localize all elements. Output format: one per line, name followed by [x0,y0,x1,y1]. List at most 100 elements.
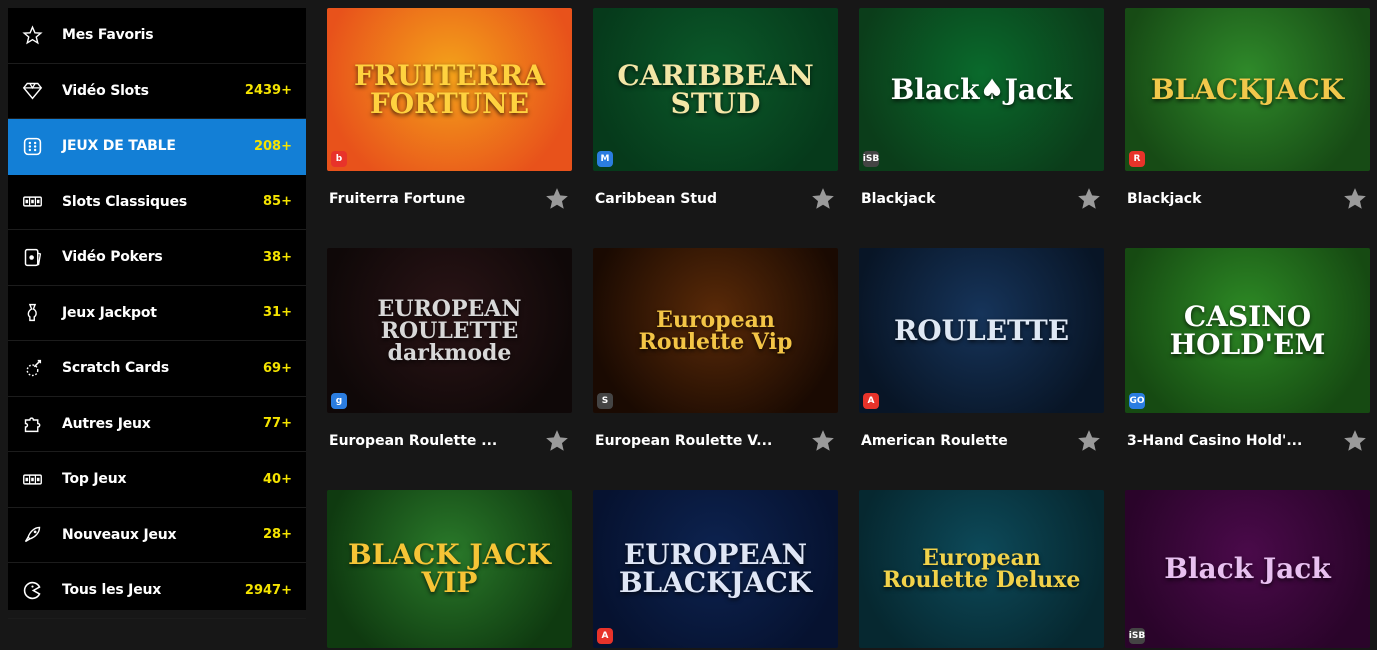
provider-badge: b [331,151,347,167]
sidebar-item-label: JEUX DE TABLE [62,138,176,155]
scratch-card-icon [20,356,44,380]
sidebar-item-slots-classiques[interactable]: Slots Classiques 85+ [8,175,306,230]
game-thumbnail[interactable]: CASINO HOLD'EM GO [1125,248,1370,413]
sidebar-item-jeux-jackpot[interactable]: Jeux Jackpot 31+ [8,286,306,341]
game-card-footer: European Roulette ... [327,413,572,468]
sidebar-item-label: Mes Favoris [62,27,154,44]
game-art-title: CARIBBEAN STUD [617,58,814,120]
game-thumbnail[interactable]: European Roulette Vip S [593,248,838,413]
game-card[interactable]: CASINO HOLD'EM GO 3-Hand Casino Hold'... [1125,248,1370,468]
game-card[interactable]: FRUITERRA FORTUNE b Fruiterra Fortune [327,0,572,226]
game-thumbnail[interactable]: Black Jack iSB [1125,490,1370,648]
game-art-title: Black♠Jack [890,72,1073,106]
sidebar-item-count: 2947+ [244,582,292,598]
game-art-title: Black Jack [1164,552,1331,585]
sidebar-item-autres-jeux[interactable]: Autres Jeux 77+ [8,397,306,452]
sidebar-item-count: 77+ [263,416,292,432]
sidebar-item-mes-favoris[interactable]: Mes Favoris [8,8,306,64]
rocket-icon [20,523,44,547]
slot-reels-icon [20,190,44,214]
favorite-star-icon[interactable] [810,428,836,454]
game-thumbnail[interactable]: Black♠Jack iSB [859,8,1104,171]
game-thumbnail[interactable]: ROULETTE A [859,248,1104,413]
game-title: Blackjack [1127,190,1202,207]
sidebar-item-top-jeux[interactable]: Top Jeux 40+ [8,452,306,508]
game-card-footer: Blackjack [859,171,1104,226]
game-card[interactable]: European Roulette Vip S European Roulette … [593,248,838,468]
game-thumbnail[interactable]: EUROPEAN ROULETTE darkmode g [327,248,572,413]
provider-badge: iSB [1129,628,1145,644]
sidebar-item-count: 28+ [263,527,292,543]
game-thumbnail[interactable]: European Roulette Deluxe [859,490,1104,648]
game-art-title: FRUITERRA FORTUNE [353,58,546,120]
game-card[interactable]: Black♠Jack iSB Blackjack [859,0,1104,226]
game-title: Blackjack [861,190,936,207]
sidebar-item-nouveaux-jeux[interactable]: Nouveaux Jeux 28+ [8,508,306,563]
diamond-icon [20,79,44,103]
game-art-title: BLACK JACK VIP [347,538,552,599]
favorite-star-icon[interactable] [544,186,570,212]
game-card[interactable]: EUROPEAN BLACKJACK A [593,490,838,648]
game-title: 3-Hand Casino Hold'... [1127,432,1303,449]
favorite-star-icon[interactable] [810,186,836,212]
game-thumbnail[interactable]: EUROPEAN BLACKJACK A [593,490,838,648]
provider-badge: A [863,393,879,409]
game-card-footer: Caribbean Stud [593,171,838,226]
pacman-icon [20,578,44,602]
favorite-star-icon[interactable] [544,428,570,454]
sidebar-item-tous-les-jeux[interactable]: Tous les Jeux 2947+ [8,563,306,619]
game-art-title: BLACKJACK [1150,72,1345,106]
game-art-title: EUROPEAN BLACKJACK [618,538,813,599]
sidebar-item-count: 40+ [263,471,292,487]
game-card[interactable]: EUROPEAN ROULETTE darkmode g European Roul… [327,248,572,468]
sidebar-item-label: Top Jeux [62,471,127,488]
game-title: European Roulette V... [595,432,773,449]
sidebar-item-count: 31+ [263,305,292,321]
game-thumbnail[interactable]: CARIBBEAN STUD M [593,8,838,171]
game-art-title: European Roulette Deluxe [882,545,1081,593]
game-art-title: EUROPEAN ROULETTE darkmode [377,295,522,366]
game-title: Caribbean Stud [595,190,718,207]
favorite-star-icon[interactable] [1076,428,1102,454]
game-thumbnail[interactable]: BLACKJACK R [1125,8,1370,171]
game-card-footer: European Roulette V... [593,413,838,468]
provider-badge: R [1129,151,1145,167]
sidebar-item-count: 208+ [253,138,292,154]
jackpot-icon [20,301,44,325]
game-card[interactable]: CARIBBEAN STUD M Caribbean Stud [593,0,838,226]
sidebar-item-count: 38+ [263,249,292,265]
favorite-star-icon[interactable] [1076,186,1102,212]
sidebar-item-label: Slots Classiques [62,193,188,210]
game-card-footer: Blackjack [1125,171,1370,226]
favorite-star-icon[interactable] [1342,428,1368,454]
game-title: American Roulette [861,432,1008,449]
game-art-title: CASINO HOLD'EM [1169,299,1326,361]
sidebar-item-label: Tous les Jeux [62,582,162,599]
game-card[interactable]: European Roulette Deluxe [859,490,1104,648]
game-card[interactable]: BLACK JACK VIP [327,490,572,648]
sidebar-item-vid-o-slots[interactable]: Vidéo Slots 2439+ [8,64,306,119]
sidebar-item-scratch-cards[interactable]: Scratch Cards 69+ [8,341,306,397]
provider-badge: g [331,393,347,409]
game-grid: FRUITERRA FORTUNE b Fruiterra Fortune CARIB… [327,0,1370,648]
sidebar-item-label: Scratch Cards [62,360,169,377]
sidebar-item-count: 69+ [263,360,292,376]
game-card[interactable]: ROULETTE A American Roulette [859,248,1104,468]
game-card-footer: American Roulette [859,413,1104,468]
sidebar-item-label: Nouveaux Jeux [62,526,177,543]
game-art-title: European Roulette Vip [638,306,793,355]
game-art-title: ROULETTE [893,313,1070,347]
slot-reels-icon [20,467,44,491]
game-title: Fruiterra Fortune [329,190,466,207]
favorite-star-icon[interactable] [1342,186,1368,212]
provider-badge: iSB [863,151,879,167]
game-thumbnail[interactable]: BLACK JACK VIP [327,490,572,648]
sidebar-item-vid-o-pokers[interactable]: Vidéo Pokers 38+ [8,230,306,286]
game-card-footer: Fruiterra Fortune [327,171,572,226]
game-card[interactable]: BLACKJACK R Blackjack [1125,0,1370,226]
game-thumbnail[interactable]: FRUITERRA FORTUNE b [327,8,572,171]
sidebar-item-label: Vidéo Slots [62,82,149,99]
game-card[interactable]: Black Jack iSB [1125,490,1370,648]
sidebar-item-jeux-de-table[interactable]: JEUX DE TABLE 208+ [8,119,306,175]
game-title: European Roulette ... [329,432,498,449]
